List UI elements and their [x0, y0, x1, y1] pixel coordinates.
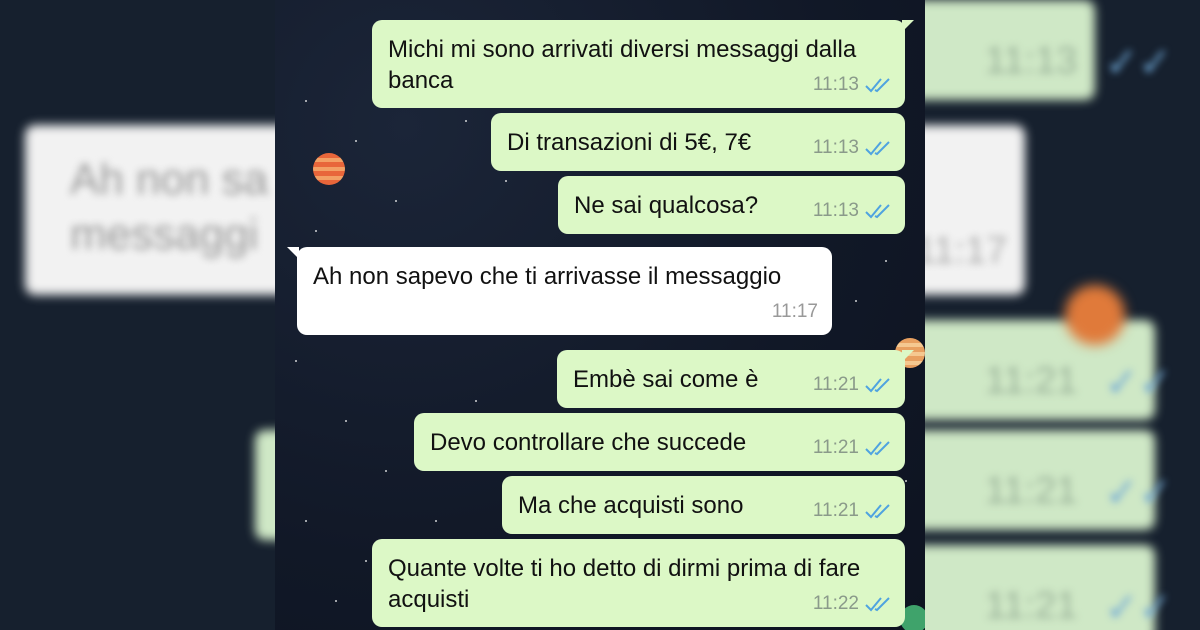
outgoing-message[interactable]: Devo controllare che succede 11:21 [414, 413, 905, 471]
double-check-icon [865, 140, 890, 155]
double-check-icon [865, 77, 890, 92]
message-time: 11:13 [812, 137, 859, 158]
double-check-icon [865, 596, 890, 611]
message-meta: 11:13 [813, 195, 891, 226]
message-meta: 11:21 [813, 432, 891, 463]
bubble-tail [902, 20, 914, 32]
blurred-backdrop-left: Ah non sa messaggi [0, 0, 275, 630]
wallpaper-star [855, 300, 857, 302]
incoming-message[interactable]: Ah non sapevo che ti arrivasse il messag… [287, 247, 832, 335]
message-meta: 11:13 [813, 132, 891, 163]
wallpaper-star [355, 140, 357, 142]
bubble-tail [287, 247, 299, 259]
blurred-planet [1065, 285, 1125, 345]
wallpaper-star [385, 470, 387, 472]
outgoing-message[interactable]: Quante volte ti ho detto di dirmi prima … [372, 539, 905, 627]
blurred-tick-icon: ✓✓ [1105, 41, 1173, 85]
message-time: 11:13 [812, 74, 859, 95]
bubble-tail [902, 350, 914, 362]
double-check-icon [865, 503, 890, 518]
message-time: 11:17 [771, 301, 818, 322]
blurred-tick-icon: ✓✓ [1105, 471, 1173, 515]
blurred-text-line: Ah non sa [70, 155, 269, 204]
blurred-tick-icon: ✓✓ [1105, 361, 1173, 405]
wallpaper-star [305, 520, 307, 522]
blurred-outgoing-bubble [255, 430, 275, 540]
double-check-icon [865, 440, 890, 455]
message-time: 11:21 [812, 437, 859, 458]
wallpaper-planet [313, 153, 345, 185]
wallpaper-star [345, 420, 347, 422]
chat-conversation: Michi mi sono arrivati diversi messaggi … [275, 0, 925, 630]
wallpaper-star [505, 180, 507, 182]
blurred-tick-icon: ✓✓ [1105, 586, 1173, 630]
wallpaper-star [315, 230, 317, 232]
blurred-text-line: messaggi [70, 210, 259, 259]
message-time: 11:22 [812, 593, 859, 614]
wallpaper-star [885, 260, 887, 262]
wallpaper-star [305, 100, 307, 102]
wallpaper-star [335, 600, 337, 602]
blurred-time: 11:21 [985, 585, 1078, 627]
outgoing-message[interactable]: Ne sai qualcosa? 11:13 [558, 176, 905, 234]
message-text: Ah non sapevo che ti arrivasse il messag… [313, 263, 782, 290]
outgoing-message[interactable]: Ma che acquisti sono 11:21 [502, 476, 905, 534]
blurred-time: 11:13 [985, 40, 1078, 82]
message-time: 11:21 [812, 500, 859, 521]
wallpaper-star [475, 400, 477, 402]
wallpaper-star [365, 560, 367, 562]
message-time: 11:21 [812, 374, 859, 395]
wallpaper-star [435, 520, 437, 522]
blurred-time: 11:21 [985, 470, 1078, 512]
wallpaper-star [465, 120, 467, 122]
wallpaper-star [395, 200, 397, 202]
double-check-icon [865, 203, 890, 218]
wallpaper-star [905, 480, 907, 482]
message-meta: 11:13 [813, 69, 891, 100]
blurred-backdrop-right: 11:13 ✓✓ 11:17 11:21 ✓✓ 11:21 ✓✓ 11:21 ✓… [925, 0, 1200, 630]
outgoing-message[interactable]: Di transazioni di 5€, 7€ 11:13 [491, 113, 905, 171]
double-check-icon [865, 377, 890, 392]
blurred-time: 11:21 [985, 360, 1078, 402]
message-meta: 11:22 [813, 588, 891, 619]
message-meta: 11:21 [813, 369, 891, 400]
outgoing-message[interactable]: Embè sai come è 11:21 [557, 350, 914, 408]
message-time: 11:13 [812, 200, 859, 221]
wallpaper-star [295, 360, 297, 362]
message-meta: 11:17 [772, 296, 818, 327]
blurred-time: 11:17 [925, 230, 1008, 272]
outgoing-message[interactable]: Michi mi sono arrivati diversi messaggi … [372, 20, 914, 108]
message-meta: 11:21 [813, 495, 891, 526]
